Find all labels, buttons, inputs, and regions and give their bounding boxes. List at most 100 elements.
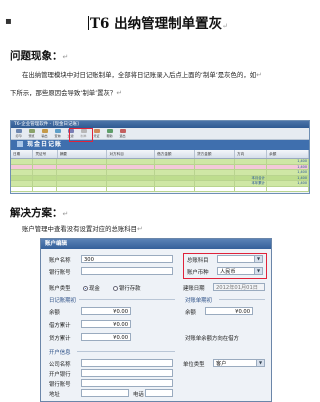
open-date-field[interactable]: 2012年01月01日: [213, 283, 265, 291]
bank-name-field[interactable]: [81, 369, 173, 377]
section-heading-problem: 问题现象：↵: [10, 50, 69, 62]
toolbar-preview-button[interactable]: 预览: [26, 129, 37, 138]
table-cell: [33, 159, 57, 164]
reconcile-direction-note: 对账单余额方向在借方: [185, 336, 239, 342]
paragraph-mark-icon: ↵: [222, 22, 229, 30]
credit-total-label: 贷方累计: [49, 336, 71, 342]
bank-number-field[interactable]: [81, 379, 173, 387]
company-name-field[interactable]: [81, 359, 173, 367]
ledger-toolbar: 打印 预览 输出 查询 过滤 制单 凭证 帮助 退出: [11, 128, 309, 140]
account-name-label: 账户名称: [49, 258, 71, 264]
phone-field[interactable]: [145, 389, 173, 397]
branch-info-group: 开户信息: [49, 350, 71, 356]
bank-account-field[interactable]: [81, 267, 173, 275]
account-name-field[interactable]: 300: [81, 255, 173, 263]
table-cell: [195, 181, 235, 186]
address-label: 地址: [49, 392, 60, 398]
toolbar-exit-button[interactable]: 退出: [117, 129, 128, 138]
reconcile-balance-field[interactable]: ¥0.00: [205, 307, 253, 315]
ledger-banner: 现金日记账: [11, 140, 309, 150]
table-cell: [235, 164, 267, 169]
table-cell: [235, 186, 267, 191]
debit-total-field[interactable]: ¥0.00: [81, 320, 131, 328]
paragraph-1: 在出纳管理模块中对日记账制单，全部将日记账录入后点上面的‘制单’是灰色的，如↵: [22, 71, 262, 79]
company-name-label: 公司名称: [49, 362, 71, 368]
table-cell: [107, 159, 155, 164]
document-title: T6 出纳管理制单置灰↵: [88, 12, 228, 32]
toolbar-query-button[interactable]: 查询: [52, 129, 63, 138]
table-cell: [155, 181, 195, 186]
table-cell: [107, 186, 155, 191]
journal-balance-field[interactable]: ¥0.00: [81, 307, 131, 315]
group-divider: [77, 351, 175, 352]
radio-cash[interactable]: 现金: [83, 284, 100, 292]
table-cell: [195, 159, 235, 164]
address-field[interactable]: [81, 389, 129, 397]
table-cell: [107, 164, 155, 169]
table-cell: [195, 170, 235, 175]
subject-highlight: [183, 253, 267, 279]
account-type-label: 账户类型: [49, 286, 71, 292]
table-row[interactable]: [11, 186, 309, 192]
bank-account-label: 银行账号: [49, 270, 71, 276]
reconcile-opening-group: 对账单期初: [185, 298, 212, 304]
table-cell: 1,400: [267, 159, 309, 164]
ledger-window-screenshot: T6-企业管理软件 - [现金日记账] 打印 预览 输出 查询 过滤 制单 凭证…: [10, 120, 310, 194]
table-cell: [195, 164, 235, 169]
toolbar-export-button[interactable]: 输出: [39, 129, 50, 138]
toolbar-print-button[interactable]: 打印: [13, 129, 24, 138]
column-header: 对方科目: [107, 150, 156, 158]
title-text: T6 出纳管理制单置灰: [90, 16, 223, 32]
ledger-rows: 1,400 1,400 1,400 本月合计 1,400 本年累计 1,400: [11, 159, 309, 192]
toolbar-help-button[interactable]: 帮助: [104, 129, 115, 138]
table-cell: [11, 159, 33, 164]
debit-total-label: 借方累计: [49, 323, 71, 329]
table-cell: [11, 175, 33, 180]
table-cell: [57, 164, 107, 169]
table-cell: 1,400: [267, 170, 309, 175]
column-header: 日期: [11, 150, 34, 158]
bank-name-label: 开户银行: [49, 372, 71, 378]
table-cell: [57, 175, 107, 180]
table-cell: [11, 164, 33, 169]
table-cell: [33, 181, 57, 186]
radio-bank-deposit[interactable]: 银行存款: [113, 284, 141, 292]
group-divider: [79, 299, 175, 300]
column-header: 摘要: [58, 150, 108, 158]
unit-type-label: 单位类型: [183, 362, 205, 368]
table-cell: [155, 186, 195, 191]
table-cell: [57, 186, 107, 191]
chevron-down-icon[interactable]: ▼: [256, 360, 264, 366]
balance-label: 余额: [49, 310, 60, 316]
table-cell: [33, 175, 57, 180]
table-cell: [267, 186, 309, 191]
credit-total-field[interactable]: ¥0.00: [81, 333, 131, 341]
unit-type-select[interactable]: 客户 ▼: [213, 359, 265, 367]
column-header: 凭证号: [33, 150, 58, 158]
table-cell: [155, 164, 195, 169]
table-cell: [155, 159, 195, 164]
radio-selected-icon[interactable]: [83, 286, 88, 291]
ledger-header-row: 日期 凭证号 摘要 对方科目 借方金额 贷方金额 方向 余额: [11, 150, 309, 159]
ledger-window-title: T6-企业管理软件 - [现金日记账]: [11, 121, 309, 128]
ledger-icon: [17, 141, 23, 147]
table-cell: [11, 186, 33, 191]
account-edit-dialog: 账户编辑 账户名称 300 银行账号 总账科目 ▼ 账户币种 人民币 ▼ 账户类型…: [40, 238, 272, 402]
make-voucher-highlight: [69, 128, 93, 142]
table-cell: 本年累计: [235, 181, 267, 186]
radio-empty-icon[interactable]: [113, 286, 118, 291]
column-header: 余额: [267, 150, 309, 158]
bank-number-label: 银行账号: [49, 382, 71, 388]
column-header: 借方金额: [155, 150, 196, 158]
dialog-title: 账户编辑: [41, 239, 271, 249]
table-cell: [107, 181, 155, 186]
table-cell: [33, 186, 57, 191]
table-cell: [195, 175, 235, 180]
section-heading-solution: 解决方案：↵: [10, 207, 69, 219]
table-cell: [33, 170, 57, 175]
table-cell: [11, 170, 33, 175]
table-cell: 1,400: [267, 164, 309, 169]
column-header: 方向: [235, 150, 268, 158]
table-cell: [235, 159, 267, 164]
table-cell: 本月合计: [235, 175, 267, 180]
